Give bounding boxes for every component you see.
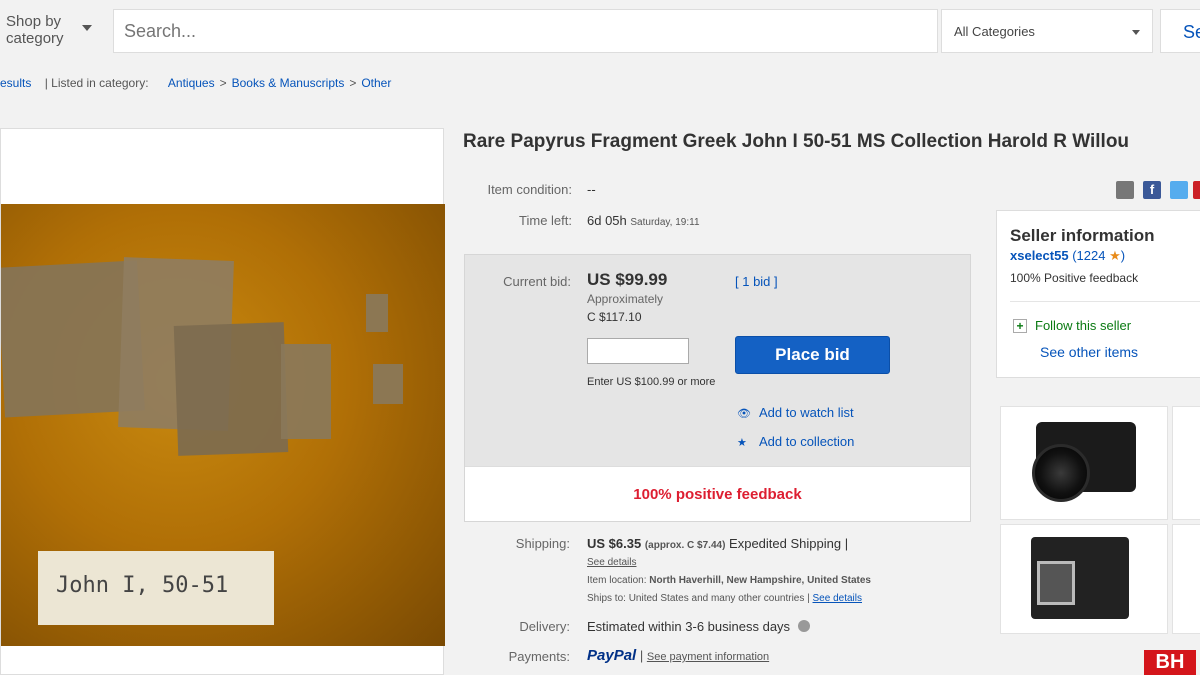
breadcrumb: esults | Listed in category: Antiques > Bo…: [0, 76, 392, 90]
item-location-value: North Haverhill, New Hampshire, United S…: [649, 575, 871, 586]
ad-panel: [996, 400, 1200, 675]
shipping-cost: US $6.35: [587, 536, 642, 551]
watch-list-label: Add to watch list: [759, 405, 854, 420]
chevron-down-icon: [82, 25, 92, 31]
breadcrumb-link-books[interactable]: Books & Manuscripts: [232, 76, 345, 90]
search-input[interactable]: [113, 9, 938, 53]
item-photo[interactable]: John I, 50-51: [1, 204, 445, 646]
listed-in-label: | Listed in category:: [44, 76, 149, 90]
camera-image: [1031, 537, 1129, 619]
search-button[interactable]: Se: [1160, 9, 1200, 53]
payments-label: Payments:: [508, 649, 570, 664]
pinterest-share-icon[interactable]: [1193, 181, 1200, 199]
ships-to-value: United States and many other countries |: [628, 593, 810, 604]
papyrus-fragment: [373, 364, 403, 404]
approx-label: Approximately: [587, 292, 664, 306]
back-to-results-link[interactable]: esults: [0, 76, 31, 90]
add-to-watch-list-link[interactable]: 👁 Add to watch list: [737, 405, 854, 420]
facebook-share-icon[interactable]: f: [1143, 181, 1161, 199]
ad-product-partial[interactable]: [1172, 406, 1200, 520]
ad-product-camera-1[interactable]: [1000, 406, 1168, 520]
seller-score-close: ): [1120, 248, 1126, 263]
add-to-collection-link[interactable]: ★ Add to collection: [737, 434, 854, 449]
paypal-logo: PayPal: [587, 647, 637, 664]
shipping-label: Shipping:: [515, 536, 570, 551]
approx-value: C $117.10: [587, 310, 642, 324]
time-left-date: Saturday, 19:11: [630, 217, 700, 228]
twitter-share-icon[interactable]: [1170, 181, 1188, 199]
bh-logo[interactable]: BH: [1144, 650, 1196, 675]
bid-count-link[interactable]: [ 1 bid ]: [735, 274, 778, 289]
shipping-approx: (approx. C $7.44): [644, 540, 726, 551]
bid-hint: Enter US $100.99 or more: [587, 376, 716, 388]
shipping-value: US $6.35 (approx. C $7.44) Expedited Shi…: [587, 536, 848, 551]
email-share-icon[interactable]: [1116, 181, 1134, 199]
payments-value: PayPal | See payment information: [587, 647, 770, 664]
camera-screen-image: [1037, 561, 1075, 605]
time-left-duration: 6d 05h: [587, 213, 627, 228]
papyrus-fragment: [366, 294, 388, 332]
chevron-down-icon: [1132, 30, 1140, 35]
item-image-panel: John I, 50-51: [0, 128, 445, 675]
seller-feedback: 100% Positive feedback: [1010, 271, 1139, 285]
photo-label-card: John I, 50-51: [38, 551, 274, 625]
seller-divider: [1010, 301, 1200, 302]
place-bid-button[interactable]: Place bid: [735, 336, 890, 374]
item-location-label: Item location:: [587, 575, 647, 586]
category-select-value: All Categories: [954, 24, 1035, 39]
time-left-label: Time left:: [519, 213, 572, 228]
shop-by-category-label: Shop by category: [6, 13, 64, 47]
item-location: Item location: North Haverhill, New Hamp…: [587, 575, 871, 586]
camera-image: [1032, 422, 1136, 502]
bid-amount-input[interactable]: [587, 338, 689, 364]
shop-by-category-button[interactable]: Shop by category: [6, 13, 106, 53]
see-other-items-link[interactable]: See other items: [1040, 344, 1138, 360]
seller-info-heading: Seller information: [1010, 226, 1155, 245]
plus-icon: +: [1013, 319, 1027, 333]
seller-line: xselect55 (1224 ★): [1010, 248, 1125, 264]
ships-to-see-details-link[interactable]: See details: [813, 593, 862, 604]
breadcrumb-link-other[interactable]: Other: [361, 76, 391, 90]
collection-label: Add to collection: [759, 434, 855, 449]
eye-icon: 👁: [737, 408, 751, 420]
item-condition-label: Item condition:: [487, 182, 572, 197]
star-icon: ★: [737, 437, 747, 449]
delivery-label: Delivery:: [519, 619, 570, 634]
delivery-value: Estimated within 3-6 business days: [587, 619, 810, 634]
lens-image: [1032, 444, 1090, 502]
breadcrumb-link-antiques[interactable]: Antiques: [168, 76, 215, 90]
follow-seller-label: Follow this seller: [1035, 318, 1132, 333]
ad-product-camera-2[interactable]: [1000, 524, 1168, 634]
category-select[interactable]: All Categories: [941, 9, 1153, 53]
shipping-method: Expedited Shipping |: [729, 536, 849, 551]
see-payment-info-link[interactable]: See payment information: [647, 651, 769, 663]
follow-seller-link[interactable]: + Follow this seller: [1013, 318, 1131, 333]
top-bar: Shop by category All Categories Se: [0, 0, 1200, 62]
positive-feedback-banner: 100% positive feedback: [465, 466, 970, 521]
papyrus-fragment: [281, 344, 331, 439]
seller-username-link[interactable]: xselect55: [1010, 248, 1069, 263]
bid-box: Current bid: US $99.99 Approximately C $…: [464, 254, 971, 522]
info-icon[interactable]: [797, 620, 810, 632]
seller-star-icon: ★: [1109, 248, 1121, 263]
ad-product-partial[interactable]: [1172, 524, 1200, 634]
shipping-see-details-link[interactable]: See details: [587, 557, 636, 568]
delivery-estimate: Estimated within 3-6 business days: [587, 619, 791, 634]
ships-to: Ships to: United States and many other c…: [587, 593, 862, 604]
time-left-value: 6d 05h Saturday, 19:11: [587, 213, 700, 228]
item-condition-value: --: [587, 182, 596, 197]
seller-info-box: Seller information xselect55 (1224 ★) 10…: [996, 210, 1200, 378]
ships-to-label: Ships to:: [587, 593, 626, 604]
current-bid-value: US $99.99: [587, 270, 668, 289]
seller-score[interactable]: (1224: [1072, 248, 1105, 263]
current-bid-label: Current bid:: [503, 274, 571, 289]
item-title: Rare Papyrus Fragment Greek John I 50-51…: [463, 131, 1130, 152]
papyrus-fragment: [173, 322, 289, 456]
